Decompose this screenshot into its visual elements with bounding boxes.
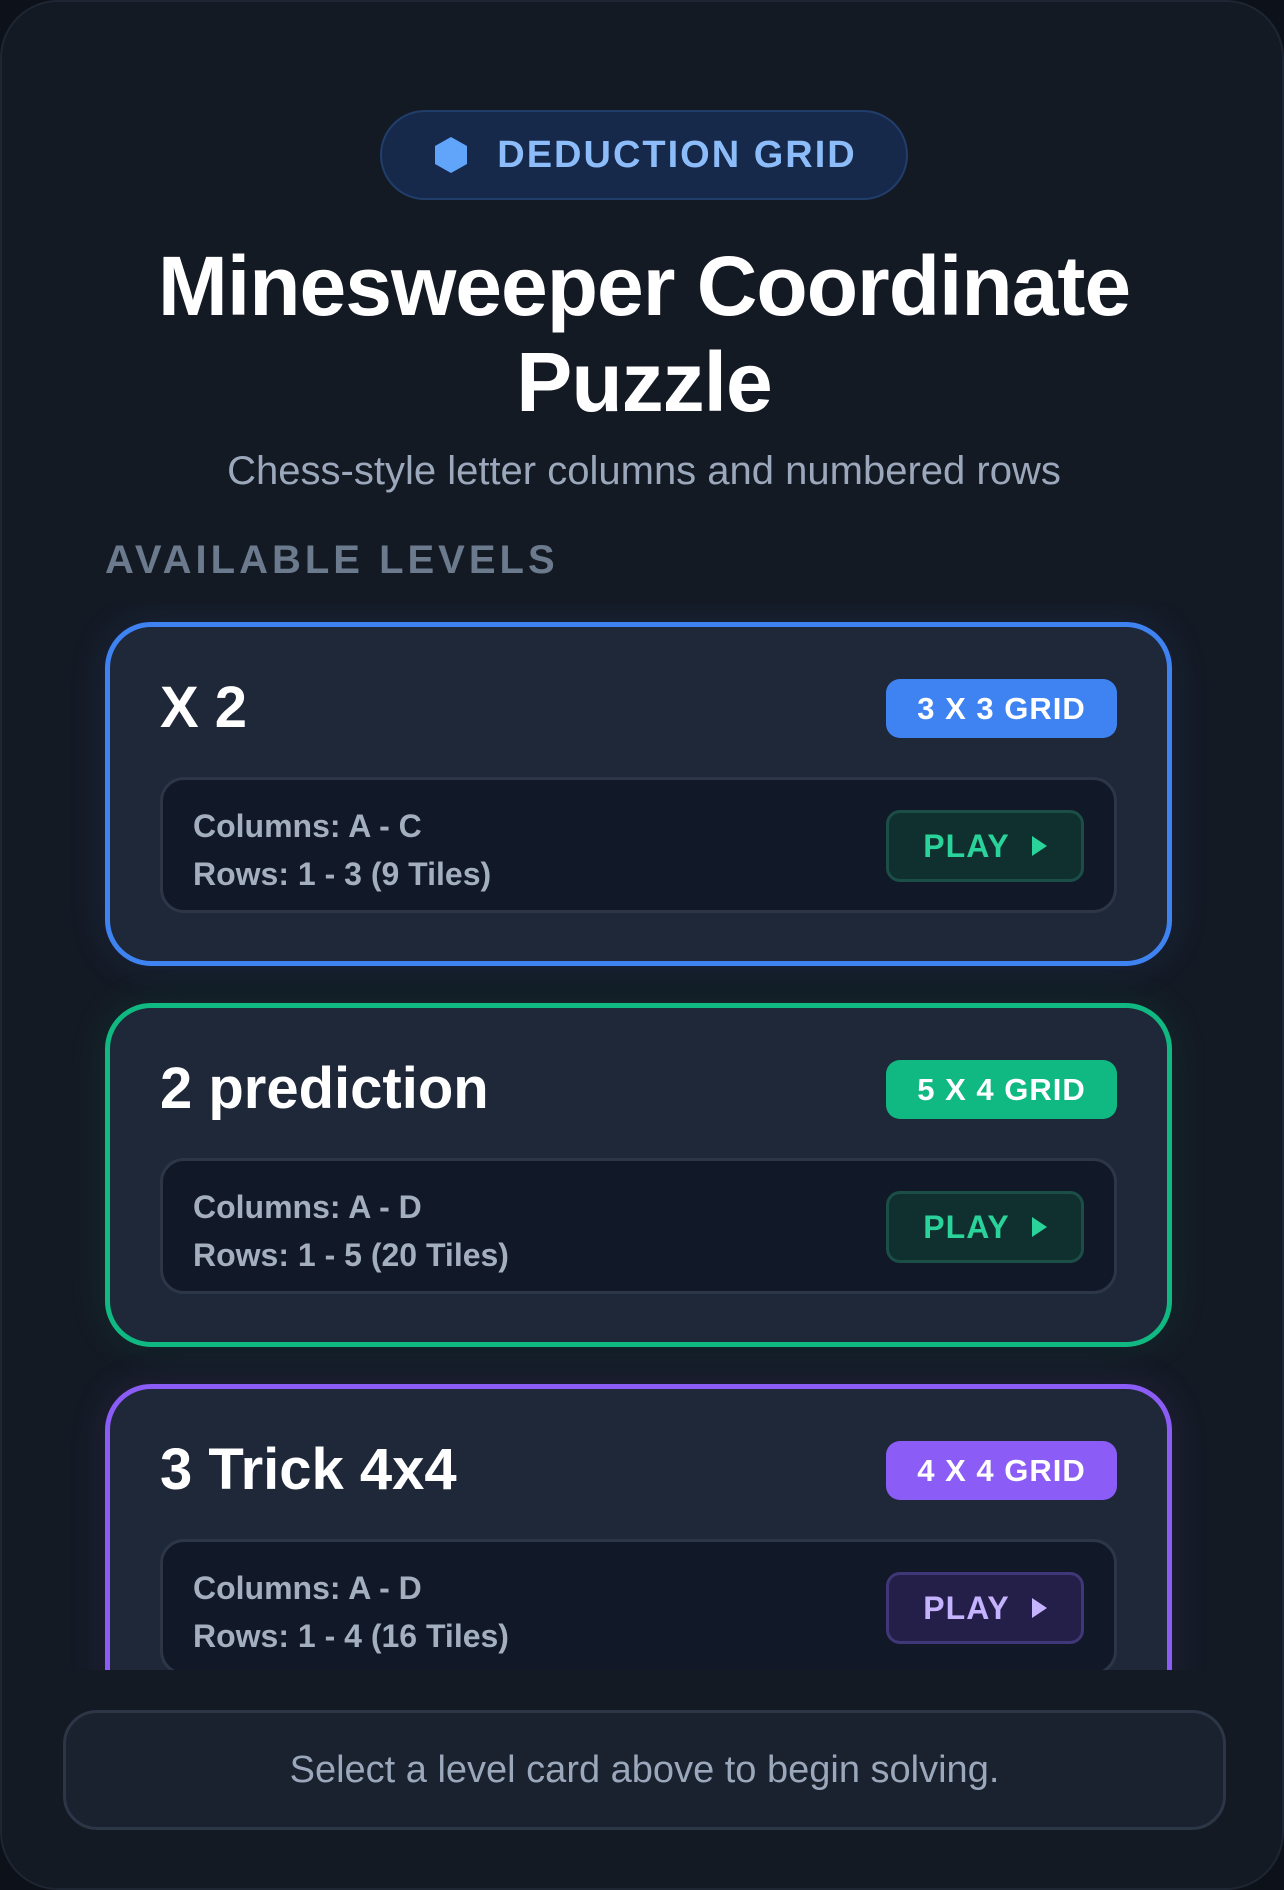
grid-size-badge: 4 X 4 GRID xyxy=(886,1441,1117,1500)
rows-range: Rows: 1 - 4 (16 Tiles) xyxy=(193,1618,509,1654)
title-line-2: Puzzle xyxy=(516,335,772,429)
page-title: Minesweeper Coordinate Puzzle xyxy=(62,238,1226,430)
columns-range: Columns: A - D xyxy=(193,1189,422,1225)
level-info: Columns: A - C Rows: 1 - 3 (9 Tiles) xyxy=(193,802,491,898)
play-button[interactable]: PLAY xyxy=(886,810,1084,882)
columns-range: Columns: A - D xyxy=(193,1570,422,1606)
play-arrow-icon xyxy=(1031,1217,1047,1237)
play-button[interactable]: PLAY xyxy=(886,1572,1084,1644)
play-label: PLAY xyxy=(923,827,1010,864)
app-frame: DEDUCTION GRID Minesweeper Coordinate Pu… xyxy=(0,0,1284,1890)
play-label: PLAY xyxy=(923,1589,1010,1626)
play-arrow-icon xyxy=(1031,836,1047,856)
grid-size-badge: 5 X 4 GRID xyxy=(886,1060,1117,1119)
level-title: 3 Trick 4x4 xyxy=(160,1437,457,1502)
level-card-1[interactable]: X 2 3 X 3 GRID Columns: A - C Rows: 1 - … xyxy=(105,622,1172,966)
page-subtitle: Chess-style letter columns and numbered … xyxy=(227,449,1061,493)
rows-range: Rows: 1 - 5 (20 Tiles) xyxy=(193,1237,509,1273)
footer-text: Select a level card above to begin solvi… xyxy=(289,1748,1000,1791)
level-info-panel: Columns: A - C Rows: 1 - 3 (9 Tiles) PLA… xyxy=(160,777,1117,913)
level-title: X 2 xyxy=(160,675,248,740)
rows-range: Rows: 1 - 3 (9 Tiles) xyxy=(193,856,492,892)
hexagon-icon xyxy=(435,137,468,173)
grid-size-badge: 3 X 3 GRID xyxy=(886,679,1117,738)
level-info-panel: Columns: A - D Rows: 1 - 4 (16 Tiles) PL… xyxy=(160,1539,1117,1670)
title-line-1: Minesweeper Coordinate xyxy=(157,239,1131,333)
play-button[interactable]: PLAY xyxy=(886,1191,1084,1263)
play-arrow-icon xyxy=(1031,1598,1047,1618)
play-label: PLAY xyxy=(923,1208,1010,1245)
columns-range: Columns: A - C xyxy=(193,808,422,844)
level-info: Columns: A - D Rows: 1 - 4 (16 Tiles) xyxy=(193,1564,509,1660)
level-info: Columns: A - D Rows: 1 - 5 (20 Tiles) xyxy=(193,1183,509,1279)
header-chip: DEDUCTION GRID xyxy=(380,110,908,200)
level-title: 2 prediction xyxy=(160,1056,489,1121)
level-info-panel: Columns: A - D Rows: 1 - 5 (20 Tiles) PL… xyxy=(160,1158,1117,1294)
section-label: AVAILABLE LEVELS xyxy=(105,538,559,582)
status-footer: Select a level card above to begin solvi… xyxy=(63,1710,1226,1830)
level-card-2[interactable]: 2 prediction 5 X 4 GRID Columns: A - D R… xyxy=(105,1003,1172,1347)
chip-label: DEDUCTION GRID xyxy=(497,133,857,176)
levels-list[interactable]: X 2 3 X 3 GRID Columns: A - C Rows: 1 - … xyxy=(2,602,1282,1670)
level-card-3[interactable]: 3 Trick 4x4 4 X 4 GRID Columns: A - D Ro… xyxy=(105,1384,1172,1670)
